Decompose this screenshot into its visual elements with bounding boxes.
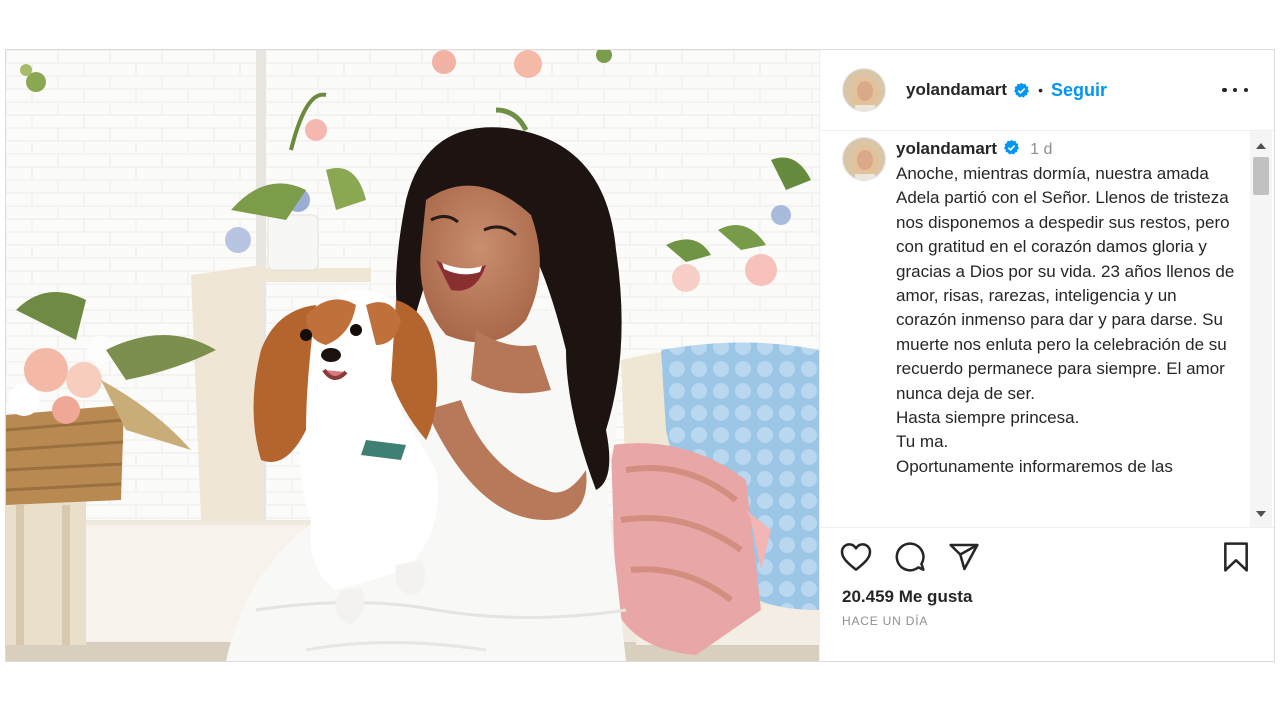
- post-date[interactable]: HACE UN DÍA: [820, 608, 1274, 628]
- woman-with-dog-photo: [6, 50, 819, 661]
- comment-icon[interactable]: [894, 541, 926, 573]
- verified-badge-icon: [1013, 82, 1030, 99]
- caption-area[interactable]: yolandamart 1 d Anoche, mientras dormía, …: [820, 131, 1274, 528]
- instagram-post: yolandamart • Seguir yolandamart 1 d Ano…: [5, 49, 1275, 662]
- post-header: yolandamart • Seguir: [820, 50, 1274, 131]
- scroll-down-arrow-icon[interactable]: [1255, 508, 1267, 520]
- author-username[interactable]: yolandamart: [906, 80, 1007, 100]
- more-options-icon[interactable]: [1222, 80, 1248, 100]
- paper-plane-icon[interactable]: [948, 541, 980, 573]
- follow-button[interactable]: Seguir: [1051, 80, 1107, 101]
- likes-count[interactable]: 20.459 Me gusta: [820, 586, 1274, 608]
- caption-author-avatar[interactable]: [842, 137, 886, 181]
- caption-text: Anoche, mientras dormía, nuestra amada A…: [896, 164, 1235, 476]
- bookmark-icon[interactable]: [1220, 541, 1252, 573]
- scroll-up-arrow-icon[interactable]: [1255, 139, 1267, 151]
- caption-head: yolandamart 1 d: [896, 137, 1238, 162]
- caption: yolandamart 1 d Anoche, mientras dormía, …: [842, 137, 1238, 479]
- avatar-image: [843, 138, 885, 180]
- post-photo[interactable]: [6, 50, 819, 661]
- avatar-image: [843, 69, 885, 111]
- caption-timestamp[interactable]: 1 d: [1030, 141, 1052, 158]
- heart-icon[interactable]: [840, 541, 872, 573]
- author-avatar[interactable]: [842, 68, 886, 112]
- caption-username[interactable]: yolandamart: [896, 139, 997, 158]
- caption-body: yolandamart 1 d Anoche, mientras dormía, …: [896, 137, 1238, 479]
- caption-scrollbar[interactable]: [1250, 131, 1272, 527]
- verified-badge-icon: [1003, 139, 1020, 156]
- scroll-thumb[interactable]: [1253, 157, 1269, 195]
- post-actions: [820, 528, 1274, 586]
- separator-dot: •: [1038, 82, 1043, 98]
- post-side-panel: yolandamart • Seguir yolandamart 1 d Ano…: [819, 50, 1274, 661]
